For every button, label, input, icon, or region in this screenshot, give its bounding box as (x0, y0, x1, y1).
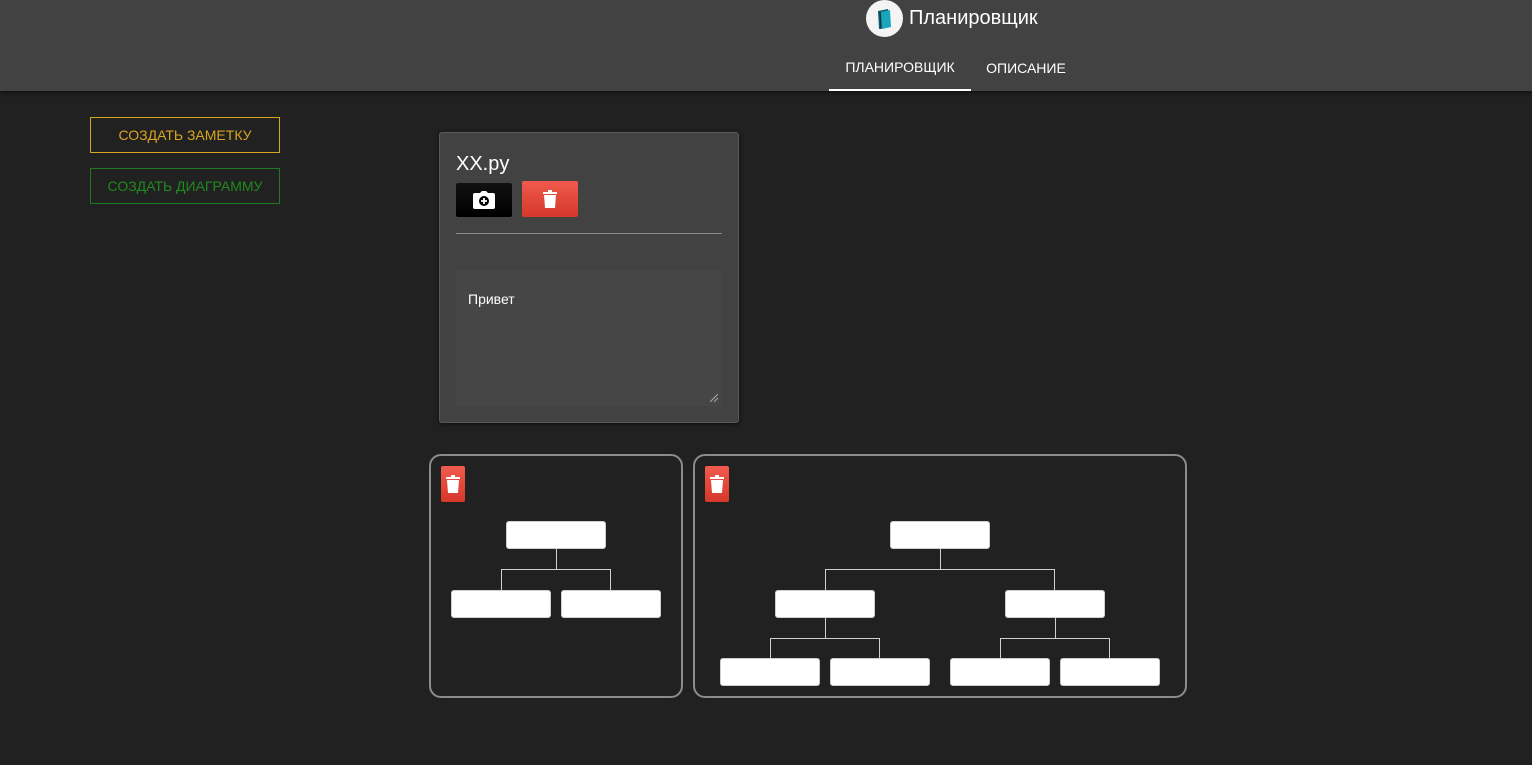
connector-line (770, 638, 771, 658)
diagram-node[interactable] (451, 590, 551, 618)
connector-line (825, 569, 826, 590)
diagram-card (429, 454, 683, 698)
connector-line (940, 549, 941, 569)
diagram-node[interactable] (1005, 590, 1105, 618)
create-note-button[interactable]: Создать заметку (90, 117, 280, 153)
add-photo-button[interactable] (456, 183, 512, 217)
note-text: Привет (468, 291, 515, 307)
trash-icon (710, 475, 724, 493)
diagram-node[interactable] (561, 590, 661, 618)
trash-icon (543, 190, 557, 208)
book-logo-icon (866, 0, 903, 37)
note-textarea[interactable]: Привет (456, 271, 722, 406)
tab-planner[interactable]: Планировщик (829, 44, 971, 91)
connector-line (1054, 569, 1055, 590)
diagram-node[interactable] (1060, 658, 1160, 686)
diagram-node[interactable] (506, 521, 606, 549)
connector-line (770, 638, 880, 639)
connector-line (1000, 638, 1001, 658)
connector-line (556, 549, 557, 569)
diagram-node[interactable] (950, 658, 1050, 686)
diagram-node[interactable] (890, 521, 990, 549)
connector-line (879, 638, 880, 658)
diagram-node[interactable] (775, 590, 875, 618)
diagram-card (693, 454, 1187, 698)
connector-line (501, 569, 611, 570)
diagram-node[interactable] (830, 658, 930, 686)
connector-line (1055, 618, 1056, 638)
app-title: Планировщик (909, 7, 1038, 29)
create-diagram-button[interactable]: Создать диаграмму (90, 168, 280, 204)
tab-description[interactable]: Описание (971, 44, 1081, 91)
connector-line (825, 569, 1055, 570)
connector-line (825, 618, 826, 638)
brand: Планировщик (866, 0, 1038, 37)
nav-tabs: Планировщик Описание (829, 44, 1081, 91)
delete-diagram-button[interactable] (705, 466, 729, 502)
delete-note-button[interactable] (522, 181, 578, 217)
connector-line (610, 569, 611, 590)
connector-line (501, 569, 502, 590)
note-card: XX.py Привет (439, 132, 739, 423)
camera-plus-icon (473, 191, 495, 209)
resize-handle-icon[interactable] (710, 394, 718, 402)
diagram-node[interactable] (720, 658, 820, 686)
connector-line (1000, 638, 1110, 639)
connector-line (1109, 638, 1110, 658)
delete-diagram-button[interactable] (441, 466, 465, 502)
note-title: XX.py (456, 153, 510, 175)
trash-icon (446, 475, 460, 493)
app-header: Планировщик Планировщик Описание (0, 0, 1532, 91)
note-divider (456, 233, 722, 234)
